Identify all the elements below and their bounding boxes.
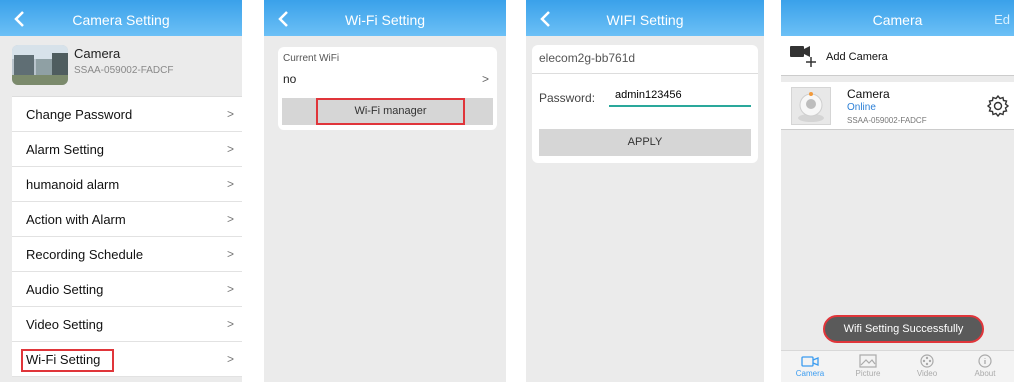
wifi-form-card: elecom2g-bb761d Password: APPLY [532,45,758,163]
camera-status: Online [847,102,876,113]
menu-item-humanoid-alarm[interactable]: humanoid alarm > [12,167,242,202]
tab-label: About [974,369,996,378]
menu-item-label: Video Setting [26,317,104,332]
video-tab-icon [920,354,934,368]
tab-label: Camera [795,369,825,378]
chevron-right-icon: > [226,282,234,296]
chevron-right-icon: > [226,352,234,366]
add-camera-row[interactable]: Add Camera [781,36,1014,76]
bottom-tab-bar: Camera Picture Video About [781,350,1014,382]
chevron-right-icon[interactable]: > [482,72,489,86]
chevron-right-icon: > [226,247,234,261]
camera-list-item[interactable]: Camera Online SSAA-059002-FADCF [781,82,1014,130]
header-bar: Wi-Fi Setting [264,0,506,36]
camera-tab-icon [801,356,819,367]
menu-item-action-with-alarm[interactable]: Action with Alarm > [12,202,242,237]
menu-item-recording-schedule[interactable]: Recording Schedule > [12,237,242,272]
menu-item-label: Alarm Setting [26,142,105,157]
camera-list-screen: Camera Ed Add Camera Camera Online SSAA-… [781,0,1014,382]
chevron-right-icon: > [226,107,234,121]
divider [532,73,758,74]
camera-setting-screen: Camera Setting Camera SSAA-059002-FADCF … [0,0,242,382]
picture-tab-icon [859,354,877,368]
camera-thumbnail [12,45,68,85]
password-input[interactable] [609,85,751,107]
add-camera-label: Add Camera [826,51,888,63]
tab-label: Picture [855,369,881,378]
current-wifi-card: Current WiFi no > Wi-Fi manager [278,47,497,130]
menu-item-change-password[interactable]: Change Password > [12,97,242,132]
tab-picture[interactable]: Picture [839,351,897,382]
camera-summary: Camera SSAA-059002-FADCF [0,36,242,96]
tab-camera[interactable]: Camera [781,351,839,382]
password-label: Password: [539,91,596,105]
add-camera-icon [790,46,816,67]
menu-item-label: Action with Alarm [26,212,126,227]
camera-name: Camera [74,46,121,61]
menu-item-label: Recording Schedule [26,247,144,262]
camera-device-image [791,87,831,125]
gear-icon[interactable] [986,94,1010,118]
toast-message: Wifi Setting Successfully [823,315,984,343]
menu-item-label: Change Password [26,107,133,122]
page-title: WIFI Setting [606,12,684,28]
settings-menu: Change Password > Alarm Setting > humanoid… [12,96,242,377]
page-title: Wi-Fi Setting [344,12,426,28]
ssid-name: elecom2g-bb761d [539,51,636,65]
tab-about[interactable]: About [956,351,1014,382]
wifi-manager-button[interactable]: Wi-Fi manager [316,98,465,125]
menu-item-label: Wi-Fi Setting [26,352,101,367]
wifi-password-screen: WIFI Setting elecom2g-bb761d Password: A… [526,0,764,382]
chevron-right-icon: > [226,317,234,331]
tab-video[interactable]: Video [898,351,956,382]
menu-item-label: Audio Setting [26,282,104,297]
camera-id: SSAA-059002-FADCF [74,65,174,76]
header-bar: Camera Ed [781,0,1014,36]
menu-item-label: humanoid alarm [26,177,120,192]
wifi-setting-screen: Wi-Fi Setting Current WiFi no > Wi-Fi ma… [264,0,506,382]
menu-item-video-setting[interactable]: Video Setting > [12,307,242,342]
apply-button[interactable]: APPLY [539,129,751,156]
wifi-manager-button-bg[interactable]: Wi-Fi manager [282,98,493,125]
chevron-right-icon: > [226,212,234,226]
edit-button[interactable]: Ed [994,0,1010,40]
menu-item-wifi-setting[interactable]: Wi-Fi Setting > [12,342,242,377]
chevron-right-icon: > [226,177,234,191]
page-title: Camera Setting [72,12,170,28]
current-wifi-value[interactable]: no [283,72,296,86]
info-tab-icon [978,354,992,368]
header-bar: WIFI Setting [526,0,764,36]
menu-item-alarm-setting[interactable]: Alarm Setting > [12,132,242,167]
page-title: Camera [872,12,923,28]
header-bar: Camera Setting [0,0,242,36]
camera-name: Camera [847,87,890,101]
tab-label: Video [916,369,938,378]
camera-id: SSAA-059002-FADCF [847,116,927,125]
chevron-right-icon: > [226,142,234,156]
menu-item-audio-setting[interactable]: Audio Setting > [12,272,242,307]
current-wifi-label: Current WiFi [283,53,340,64]
